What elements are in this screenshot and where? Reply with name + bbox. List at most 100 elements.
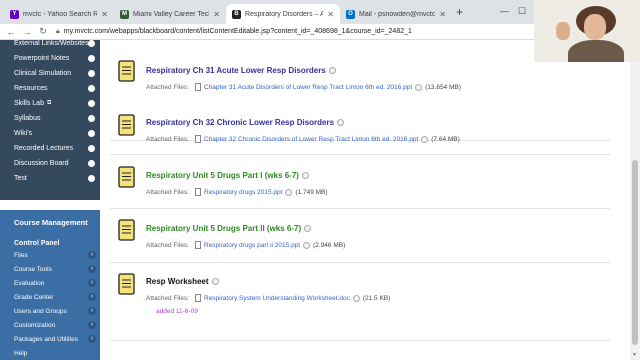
file-link[interactable]: Respiratory drugs 2015.ppt (204, 189, 282, 196)
back-icon[interactable]: ← (6, 27, 16, 37)
menu-dot-icon (88, 115, 95, 122)
sidebar-item-resources[interactable]: Resources (0, 81, 100, 96)
content-item-title[interactable]: Respiratory Unit 5 Drugs Part I (wks 6-7… (146, 171, 309, 180)
menu-dot-icon (88, 130, 95, 137)
url-field[interactable]: my.mvctc.com/webapps/blackboard/content/… (64, 28, 412, 35)
close-tab-icon[interactable]: ✕ (101, 10, 108, 19)
cm-item-grade-center[interactable]: Grade Center › (0, 290, 100, 304)
expand-icon[interactable]: › (88, 335, 96, 343)
maximize-icon[interactable]: ☐ (518, 6, 526, 17)
browser-tab-mail[interactable]: O Mail - psnowden@mvctc.com ✕ (340, 4, 452, 24)
sidebar-item-powerpoint-notes[interactable]: Powerpoint Notes (0, 51, 100, 66)
document-icon (118, 166, 135, 188)
browser-tab-label: Mail - psnowden@mvctc.com (359, 10, 436, 18)
status-circle-icon[interactable] (328, 67, 336, 74)
content-item-title[interactable]: Resp Worksheet (146, 277, 219, 286)
expand-icon[interactable]: › (88, 293, 96, 301)
file-size: (2.946 MB) (313, 241, 346, 249)
sidebar-item-label: Test (14, 175, 27, 182)
sidebar-item-label: Powerpoint Notes (14, 55, 70, 62)
sidebar-item-test[interactable]: Test (0, 171, 100, 186)
file-link[interactable]: Chapter 31 Acute Disorders of Lower Resp… (204, 84, 412, 91)
status-circle-icon[interactable] (415, 83, 423, 91)
status-circle-icon[interactable] (211, 278, 219, 285)
course-management-panel: Course Management Control Panel Files › … (0, 210, 100, 360)
sidebar-item-label: Recorded Lectures (14, 145, 74, 152)
new-tab-button[interactable]: + (456, 5, 463, 19)
sidebar-item-discussion-board[interactable]: Discussion Board (0, 156, 100, 171)
status-circle-icon[interactable] (421, 135, 429, 143)
content-item-title-text[interactable]: Respiratory Ch 32 Chronic Lower Resp Dis… (146, 118, 334, 127)
expand-icon[interactable]: › (88, 265, 96, 273)
sidebar-item-recorded-lectures[interactable]: Recorded Lectures (0, 141, 100, 156)
content-item-title-text[interactable]: Respiratory Ch 31 Acute Lower Resp Disor… (146, 66, 326, 75)
expand-icon[interactable]: › (88, 321, 96, 329)
minimize-icon[interactable]: — (500, 6, 509, 16)
close-tab-icon[interactable]: ✕ (439, 10, 446, 19)
school-favicon-icon: M (120, 9, 129, 19)
cm-item-users-and-groups[interactable]: Users and Groups › (0, 304, 100, 318)
content-item-title[interactable]: Respiratory Ch 31 Acute Lower Resp Disor… (146, 66, 336, 75)
presenter-face (584, 14, 606, 40)
sidebar-item-label: Skills Lab (14, 100, 44, 107)
item-divider (110, 340, 610, 341)
expand-icon[interactable]: › (88, 307, 96, 315)
cm-item-customization[interactable]: Customization › (0, 318, 100, 332)
status-circle-icon[interactable] (303, 241, 311, 249)
status-circle-icon[interactable] (352, 294, 360, 302)
forward-icon[interactable]: → (22, 27, 32, 37)
cm-item-label: Files (14, 251, 28, 259)
menu-dot-icon (88, 55, 95, 62)
menu-dot-icon (88, 85, 95, 92)
document-icon (118, 114, 135, 136)
status-circle-icon[interactable] (304, 225, 312, 232)
browser-tab-respiratory[interactable]: B Respiratory Disorders – Adult He ✕ (226, 4, 340, 24)
file-link[interactable]: Respiratory drugs part ii 2015.ppt (204, 242, 300, 249)
close-tab-icon[interactable]: ✕ (213, 10, 220, 19)
cm-item-help[interactable]: Help (0, 346, 100, 360)
presenter-hand (556, 22, 570, 40)
file-link[interactable]: Respiratory System Understanding Workshe… (204, 295, 350, 302)
sidebar-item-skills-lab[interactable]: Skills Lab ⧉ (0, 96, 100, 111)
cm-item-packages-and-utilities[interactable]: Packages and Utilities › (0, 332, 100, 346)
cm-item-files[interactable]: Files › (0, 248, 100, 262)
content-item-title[interactable]: Respiratory Ch 32 Chronic Lower Resp Dis… (146, 118, 345, 127)
status-circle-icon[interactable] (285, 188, 293, 196)
content-item-title-text[interactable]: Respiratory Unit 5 Drugs Part I (wks 6-7… (146, 171, 299, 180)
close-tab-icon[interactable]: ✕ (327, 10, 334, 19)
control-panel-heading[interactable]: Control Panel (0, 238, 100, 248)
content-item-title-text[interactable]: Respiratory Unit 5 Drugs Part II (wks 6-… (146, 224, 301, 233)
file-link[interactable]: Chapter 32 Chronic Disorders of Lower Re… (204, 136, 418, 143)
scroll-down-icon[interactable]: ▼ (632, 352, 637, 358)
file-size: (13.654 MB) (425, 83, 461, 91)
expand-icon[interactable]: › (88, 251, 96, 259)
sidebar-item-clinical-simulation[interactable]: Clinical Simulation (0, 66, 100, 81)
browser-tab-yahoo[interactable]: Y mvctc - Yahoo Search Results ✕ (4, 4, 114, 24)
sidebar-item-wikis[interactable]: Wiki's (0, 126, 100, 141)
attached-files-row: Attached Files: Respiratory System Under… (146, 294, 390, 302)
attached-files-label: Attached Files: (146, 241, 189, 249)
sidebar-item-syllabus[interactable]: Syllabus (0, 111, 100, 126)
sidebar-item-label: Clinical Simulation (14, 70, 72, 77)
content-item-title[interactable]: Respiratory Unit 5 Drugs Part II (wks 6-… (146, 224, 312, 233)
webcam-overlay (534, 0, 640, 62)
page-scrollbar[interactable]: ▲ ▼ (630, 40, 640, 360)
outlook-favicon-icon: O (346, 9, 355, 19)
blackboard-favicon-icon: B (232, 9, 241, 19)
scroll-thumb[interactable] (632, 160, 638, 345)
cm-item-label: Course Tools (14, 265, 52, 273)
status-circle-icon[interactable] (301, 172, 309, 179)
cm-item-course-tools[interactable]: Course Tools › (0, 262, 100, 276)
browser-tab-mvctc[interactable]: M Miami Valley Career Technology ✕ (114, 4, 226, 24)
status-circle-icon[interactable] (337, 119, 345, 126)
expand-icon[interactable]: › (88, 279, 96, 287)
cm-item-label: Customization (14, 321, 56, 329)
lock-icon: 🔒︎ (56, 27, 60, 35)
menu-dot-icon (88, 175, 95, 182)
reload-icon[interactable]: ↻ (38, 26, 48, 37)
cm-item-evaluation[interactable]: Evaluation › (0, 276, 100, 290)
sidebar-item-external-links[interactable]: External Links/Websites (0, 40, 100, 51)
external-link-icon: ⧉ (46, 100, 52, 106)
content-item-title-text[interactable]: Resp Worksheet (146, 277, 209, 286)
file-icon (195, 83, 201, 91)
